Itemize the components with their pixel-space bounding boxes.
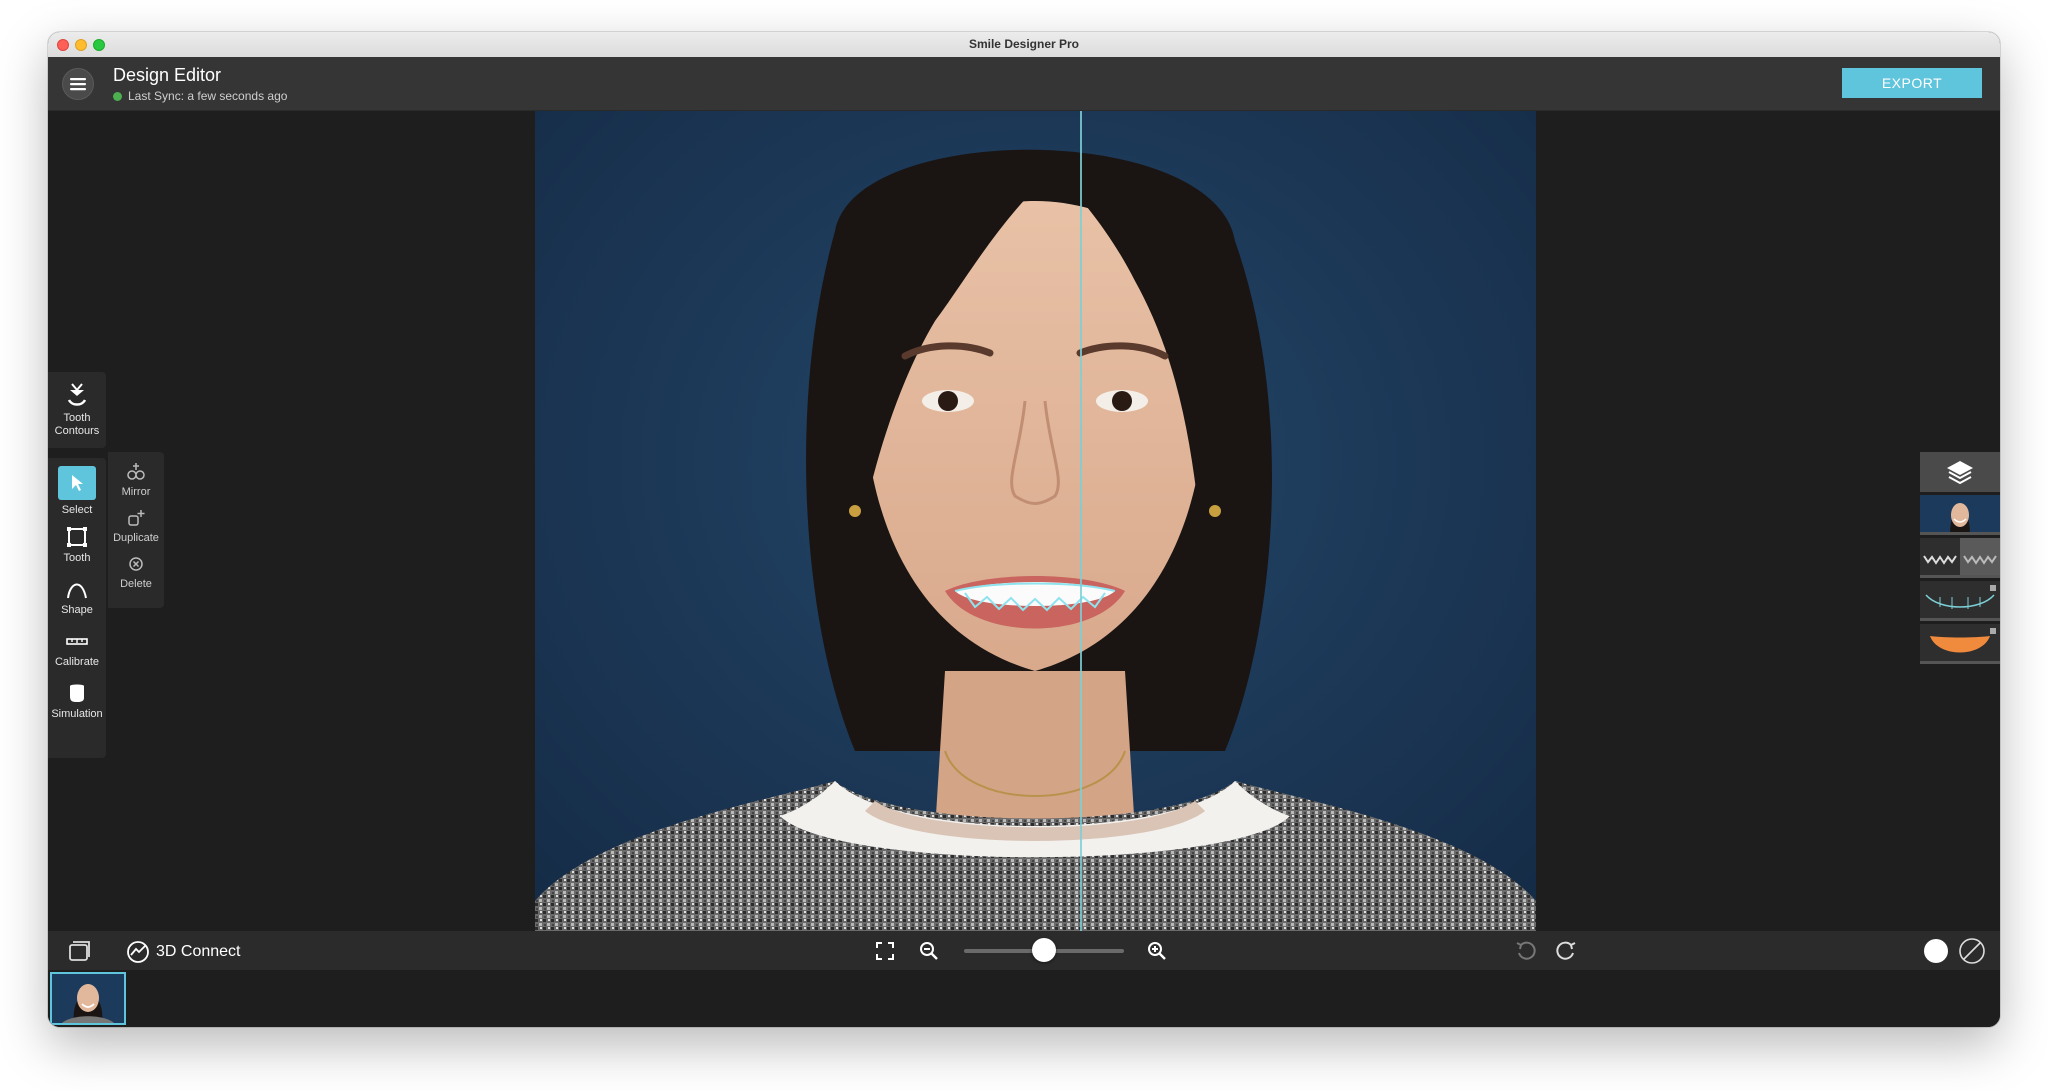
title-bar: Smile Designer Pro: [48, 32, 2000, 58]
undo-icon: [1516, 941, 1536, 960]
delete-icon: [129, 557, 143, 571]
no-fill-icon: [1959, 938, 1985, 964]
sync-status: Last Sync: a few seconds ago: [113, 89, 287, 103]
shape-tool[interactable]: Shape: [48, 578, 106, 616]
window-title: Smile Designer Pro: [968, 37, 1080, 51]
cursor-icon: [72, 475, 83, 491]
duplicate-icon: [128, 510, 145, 526]
photo-thumbnail[interactable]: [50, 972, 126, 1025]
editor-header: Design Editor Last Sync: a few seconds a…: [48, 57, 2000, 111]
layer-gums-thumbnail: [1920, 624, 2000, 661]
simulation-label: Simulation: [51, 708, 103, 720]
mirror-icon: [127, 463, 145, 480]
delete-label: Delete: [120, 578, 152, 590]
no-fill-toggle[interactable]: [1957, 936, 1987, 966]
sync-status-text: Last Sync: a few seconds ago: [128, 89, 288, 103]
photo-thumbnail-image: [52, 974, 124, 1023]
redo-button[interactable]: [1554, 939, 1578, 963]
fit-screen-icon: [876, 942, 894, 960]
thumbnail-strip: [48, 970, 2000, 1027]
layer-photo[interactable]: [1920, 495, 2000, 535]
gallery-button[interactable]: [66, 939, 92, 963]
sync-status-dot: [113, 91, 122, 101]
zoom-out-icon: [920, 942, 938, 960]
page-title: Design Editor: [113, 65, 222, 85]
app-window: Smile Designer Pro Design Editor Last Sy…: [48, 32, 2000, 1027]
circle-toggle-icon: [1924, 939, 1948, 963]
gallery-icon: [69, 941, 90, 961]
zoom-slider-handle[interactable]: [1032, 938, 1056, 962]
layer-photo-thumbnail: [1920, 495, 2000, 532]
mirror-tool[interactable]: Mirror: [108, 462, 164, 498]
layers-button[interactable]: [1920, 452, 2000, 492]
facial-midline-guide[interactable]: [1080, 111, 1082, 1027]
zoom-out-button[interactable]: [918, 940, 940, 962]
white-fill-toggle[interactable]: [1921, 936, 1951, 966]
3d-connect-label: 3D Connect: [156, 943, 241, 960]
mirror-label: Mirror: [121, 486, 151, 498]
tooth-contours-label: Tooth Contours: [54, 412, 100, 437]
duplicate-tool[interactable]: Duplicate: [108, 508, 164, 544]
3d-connect-icon: [127, 941, 149, 963]
fit-screen-button[interactable]: [874, 940, 896, 962]
3d-connect-button[interactable]: 3D Connect: [126, 940, 241, 964]
redo-icon: [1556, 941, 1576, 960]
subtool-column: Mirror Duplicate Delete: [108, 452, 164, 608]
zoom-in-button[interactable]: [1146, 940, 1168, 962]
tooth-tool[interactable]: Tooth: [48, 526, 106, 564]
zoom-in-icon: [1148, 942, 1166, 960]
tooth-label: Tooth: [63, 552, 91, 564]
layer-teeth-thumbnail: [1920, 538, 2000, 575]
layer-teeth[interactable]: [1920, 538, 2000, 578]
tooth-simulation-icon: [70, 684, 84, 702]
delete-tool[interactable]: Delete: [108, 554, 164, 590]
tooth-contours-panel: Tooth Contours: [48, 372, 106, 448]
shape-label: Shape: [61, 604, 93, 616]
layer-contours[interactable]: [1920, 581, 2000, 621]
calibrate-tool[interactable]: Calibrate: [48, 630, 106, 668]
tooth-contours-icon: [67, 383, 87, 406]
ruler-icon: [66, 638, 88, 645]
calibrate-label: Calibrate: [54, 656, 100, 668]
layer-contours-thumbnail: [1920, 581, 2000, 618]
menu-icon: [70, 78, 86, 91]
layers-icon: [1947, 461, 1973, 485]
layer-gums[interactable]: [1920, 624, 2000, 664]
export-button[interactable]: EXPORT: [1842, 68, 1982, 98]
select-label: Select: [61, 504, 93, 516]
tooth-outline-icon: [67, 527, 87, 547]
tooth-contours-tool[interactable]: Tooth Contours: [48, 382, 106, 438]
photo-canvas[interactable]: [535, 111, 1536, 987]
duplicate-label: Duplicate: [113, 532, 159, 544]
menu-button[interactable]: [62, 68, 94, 100]
tool-column: Select Tooth Shape Calibrate Simulation: [48, 458, 106, 758]
simulation-tool[interactable]: Simulation: [48, 682, 106, 720]
shape-curve-icon: [67, 583, 87, 599]
select-tool[interactable]: Select: [48, 466, 106, 516]
undo-button[interactable]: [1514, 939, 1538, 963]
patient-photo: [535, 111, 1536, 987]
